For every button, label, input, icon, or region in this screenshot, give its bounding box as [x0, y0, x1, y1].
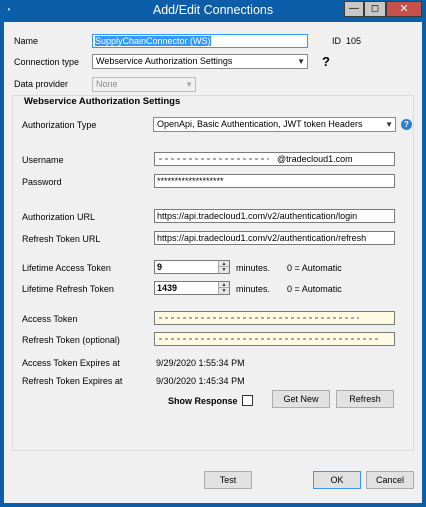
lifetime-access-token-label: Lifetime Access Token: [22, 263, 111, 273]
dialog-body: Name SupplyChainConnector (WS) ID 105 Co…: [4, 22, 422, 503]
chevron-down-icon: ▼: [185, 80, 193, 89]
spinner-down-icon[interactable]: ▼: [218, 288, 229, 294]
data-provider-value: None: [96, 79, 118, 89]
authorization-type-help-icon[interactable]: ?: [401, 119, 412, 130]
name-label: Name: [14, 36, 39, 46]
show-response-checkbox[interactable]: [242, 395, 253, 406]
access-expires-label: Access Token Expires at: [22, 358, 120, 368]
cancel-button[interactable]: Cancel: [366, 471, 414, 489]
authorization-url-label: Authorization URL: [22, 212, 96, 222]
connection-type-help-icon[interactable]: ?: [322, 54, 330, 69]
lifetime-access-token-value: 9: [157, 262, 163, 272]
group-title: Webservice Authorization Settings: [22, 96, 183, 107]
dialog-window: ◔ Add/Edit Connections — ◻ ✕ Name Supply…: [0, 0, 426, 507]
authorization-type-value: OpenApi, Basic Authentication, JWT token…: [157, 119, 363, 129]
name-input[interactable]: SupplyChainConnector (WS): [92, 34, 308, 48]
refresh-token-input[interactable]: [154, 332, 395, 346]
lifetime-refresh-token-value: 1439: [157, 283, 178, 293]
title-bar[interactable]: ◔ Add/Edit Connections — ◻ ✕: [0, 0, 426, 22]
password-value: *******************: [157, 176, 224, 186]
username-value: @tradecloud1.com: [277, 154, 353, 164]
minimize-button[interactable]: —: [344, 1, 364, 17]
redacted-text: [159, 317, 359, 319]
data-provider-select[interactable]: None ▼: [92, 77, 196, 92]
id-label: ID: [332, 36, 341, 46]
ok-button[interactable]: OK: [313, 471, 361, 489]
lifetime-access-unit: minutes.: [236, 263, 271, 273]
id-value: 105: [346, 36, 362, 46]
test-button[interactable]: Test: [204, 471, 252, 489]
refresh-expires-value: 9/30/2020 1:45:34 PM: [156, 376, 245, 386]
spinner-down-icon[interactable]: ▼: [218, 267, 229, 273]
access-expires-value: 9/29/2020 1:55:34 PM: [156, 358, 245, 368]
password-label: Password: [22, 177, 62, 187]
authorization-type-select[interactable]: OpenApi, Basic Authentication, JWT token…: [153, 117, 396, 132]
redacted-text: [159, 158, 269, 160]
show-response-label: Show Response: [168, 396, 238, 406]
refresh-token-label: Refresh Token (optional): [22, 335, 120, 345]
access-token-input[interactable]: [154, 311, 395, 325]
refresh-token-url-input[interactable]: https://api.tradecloud1.com/v2/authentic…: [154, 231, 395, 245]
lifetime-refresh-token-spinner[interactable]: 1439 ▲ ▼: [154, 281, 230, 295]
authorization-url-input[interactable]: https://api.tradecloud1.com/v2/authentic…: [154, 209, 395, 223]
connection-type-select[interactable]: Webservice Authorization Settings ▼: [92, 54, 308, 69]
data-provider-label: Data provider: [14, 79, 69, 89]
password-input[interactable]: *******************: [154, 174, 395, 188]
connection-type-value: Webservice Authorization Settings: [96, 56, 233, 66]
authorization-type-label: Authorization Type: [22, 120, 97, 130]
authorization-url-value: https://api.tradecloud1.com/v2/authentic…: [157, 211, 358, 221]
connection-type-label: Connection type: [14, 57, 80, 67]
refresh-token-url-value: https://api.tradecloud1.com/v2/authentic…: [157, 233, 367, 243]
lifetime-access-hint: 0 = Automatic: [287, 263, 342, 273]
refresh-token-url-label: Refresh Token URL: [22, 234, 101, 244]
username-label: Username: [22, 155, 64, 165]
access-token-label: Access Token: [22, 314, 78, 324]
refresh-button[interactable]: Refresh: [336, 390, 394, 408]
close-button[interactable]: ✕: [386, 1, 422, 17]
maximize-button[interactable]: ◻: [364, 1, 386, 17]
refresh-expires-label: Refresh Token Expires at: [22, 376, 123, 386]
username-input[interactable]: @tradecloud1.com: [154, 152, 395, 166]
lifetime-refresh-token-label: Lifetime Refresh Token: [22, 284, 114, 294]
lifetime-refresh-unit: minutes.: [236, 284, 271, 294]
get-new-button[interactable]: Get New: [272, 390, 330, 408]
lifetime-access-token-spinner[interactable]: 9 ▲ ▼: [154, 260, 230, 274]
chevron-down-icon: ▼: [297, 57, 305, 66]
chevron-down-icon: ▼: [385, 120, 393, 129]
name-value: SupplyChainConnector (WS): [95, 36, 211, 46]
lifetime-refresh-hint: 0 = Automatic: [287, 284, 342, 294]
redacted-text: [159, 338, 379, 340]
